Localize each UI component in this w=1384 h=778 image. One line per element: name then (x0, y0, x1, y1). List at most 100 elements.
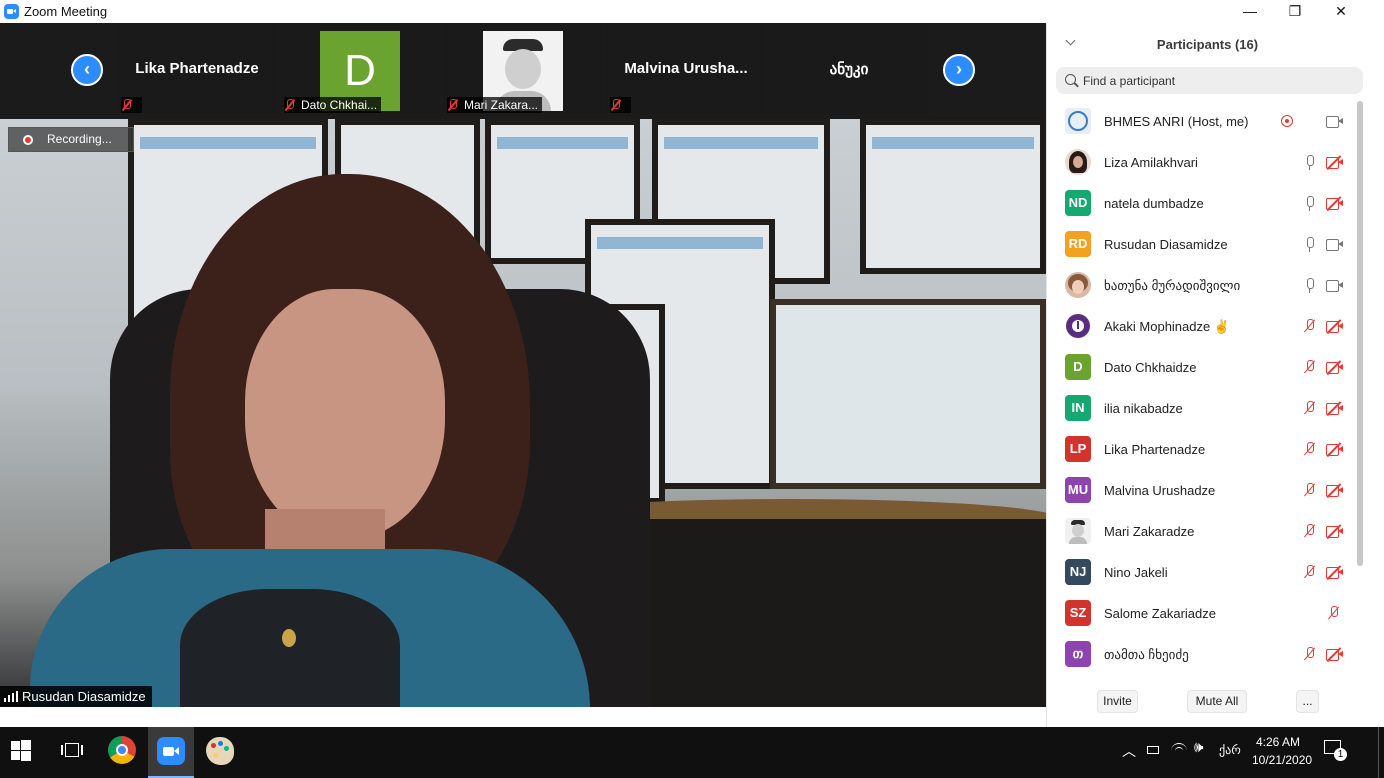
participant-list-scrollbar[interactable] (1357, 101, 1363, 566)
participant-row[interactable]: Mari Zakaradze (1047, 511, 1357, 552)
muted-mic-icon (610, 99, 622, 111)
participant-row[interactable]: RD Rusudan Diasamidze (1047, 224, 1357, 265)
video-tile[interactable]: Malvina Urusha... (606, 23, 766, 113)
muted-mic-icon (121, 99, 133, 111)
participant-avatar (1065, 518, 1091, 544)
clock-time: 4:26 AM (1255, 735, 1301, 749)
participants-panel: Participants (16) BHMES ANRI (Host, me) … (1046, 23, 1368, 727)
restore-button[interactable]: ❐ (1272, 0, 1318, 23)
camera-off-icon[interactable] (1326, 360, 1344, 375)
camera-off-icon[interactable] (1326, 524, 1344, 539)
chrome-icon[interactable] (108, 736, 136, 764)
task-view-icon[interactable] (61, 741, 83, 759)
participant-name: BHMES ANRI (Host, me) (1104, 114, 1249, 129)
more-options-button[interactable]: ... (1296, 690, 1319, 713)
invite-button[interactable]: Invite (1097, 690, 1138, 713)
network-icon[interactable] (1145, 743, 1161, 757)
zoom-taskbar-button[interactable] (148, 727, 194, 778)
camera-on-icon[interactable] (1326, 115, 1344, 128)
participant-row[interactable]: SZ Salome Zakariadze (1047, 593, 1357, 634)
participant-row[interactable]: MU Malvina Urushadze (1047, 470, 1357, 511)
recording-label: Recording... (47, 132, 112, 146)
participant-row[interactable]: IN ilia nikabadze (1047, 388, 1357, 429)
volume-icon[interactable]: 🕪 (1194, 739, 1203, 756)
muted-mic-icon[interactable] (1303, 442, 1317, 458)
show-desktop-button[interactable] (1378, 727, 1384, 778)
participant-name: Salome Zakariadze (1104, 606, 1216, 621)
mic-icon[interactable] (1303, 237, 1317, 253)
clock[interactable]: 4:26 AM 10/21/2020 (1252, 735, 1312, 767)
muted-mic-icon[interactable] (1327, 606, 1341, 622)
speaker-top (180, 589, 400, 707)
participant-name: Nino Jakeli (1104, 565, 1168, 580)
participant-row[interactable]: D Dato Chkhaidze (1047, 347, 1357, 388)
participant-search-input[interactable] (1056, 67, 1363, 94)
tile-mute-tag (610, 97, 631, 113)
muted-mic-icon[interactable] (1303, 483, 1317, 499)
camera-off-icon[interactable] (1326, 483, 1344, 498)
camera-off-icon[interactable] (1326, 319, 1344, 334)
search-icon (1065, 74, 1076, 85)
record-icon (23, 135, 33, 145)
participant-row[interactable]: BHMES ANRI (Host, me) (1047, 101, 1357, 142)
notifications-icon[interactable]: 1 (1324, 740, 1348, 762)
participant-row[interactable]: ND natela dumbadze (1047, 183, 1357, 224)
camera-off-icon[interactable] (1326, 647, 1344, 662)
video-tile[interactable]: Mari Zakara... (443, 23, 603, 113)
mute-all-button[interactable]: Mute All (1187, 690, 1247, 713)
paint-icon[interactable] (206, 737, 234, 765)
camera-off-icon[interactable] (1326, 401, 1344, 416)
minimize-button[interactable]: — (1227, 0, 1273, 23)
tile-name: Mari Zakara... (464, 98, 539, 112)
muted-mic-icon[interactable] (1303, 360, 1317, 376)
participant-name: Dato Chkhaidze (1104, 360, 1197, 375)
participant-avatar (1065, 313, 1091, 339)
recording-indicator[interactable]: Recording... (8, 127, 134, 152)
participant-row[interactable]: ხათუნა მურადიშვილი (1047, 265, 1357, 306)
windows-start-icon[interactable] (11, 740, 33, 762)
participant-row[interactable]: თ თამთა ჩხეიძე (1047, 634, 1357, 671)
camera-off-icon[interactable] (1326, 196, 1344, 211)
camera-on-icon[interactable] (1326, 279, 1344, 292)
mic-icon[interactable] (1303, 196, 1317, 212)
mic-icon[interactable] (1303, 155, 1317, 171)
participant-list: BHMES ANRI (Host, me) Liza Amilakhvari N… (1047, 101, 1357, 671)
video-tile[interactable]: ანუკი (769, 23, 929, 113)
next-page-button[interactable]: › (943, 54, 975, 86)
speaker-name-tag: Rusudan Diasamidze (0, 686, 152, 707)
camera-off-icon[interactable] (1326, 155, 1344, 170)
thumbnail-strip: ‹ Lika Phartenadze D Dato Chkhai... Mari… (0, 23, 1046, 118)
close-button[interactable]: ✕ (1318, 0, 1364, 23)
participant-row[interactable]: Akaki Mophinadze ✌ (1047, 306, 1357, 347)
camera-off-icon[interactable] (1326, 565, 1344, 580)
camera-on-icon[interactable] (1326, 238, 1344, 251)
zoom-icon (157, 737, 185, 765)
participant-name: ხათუნა მურადიშვილი (1104, 278, 1241, 293)
speaker-face (245, 289, 445, 539)
participant-row[interactable]: Liza Amilakhvari (1047, 142, 1357, 183)
muted-mic-icon[interactable] (1303, 565, 1317, 581)
muted-mic-icon[interactable] (1303, 647, 1317, 663)
title-bar: Zoom Meeting — ❐ ✕ (0, 0, 1384, 23)
active-speaker-video[interactable] (0, 119, 1046, 707)
muted-mic-icon[interactable] (1303, 319, 1317, 335)
participant-name: თამთა ჩხეიძე (1104, 647, 1189, 662)
participant-avatar: თ (1065, 641, 1091, 667)
participant-name: Akaki Mophinadze ✌ (1104, 319, 1231, 334)
participant-row[interactable]: NJ Nino Jakeli (1047, 552, 1357, 593)
participant-avatar: MU (1065, 477, 1091, 503)
show-hidden-icons-icon[interactable]: ︿ (1122, 741, 1136, 761)
signal-strength-icon (4, 691, 18, 702)
muted-mic-icon[interactable] (1303, 401, 1317, 417)
wifi-icon[interactable] (1170, 741, 1188, 757)
prev-page-button[interactable]: ‹ (71, 54, 103, 86)
video-tile[interactable]: D Dato Chkhai... (280, 23, 440, 113)
muted-mic-icon[interactable] (1303, 524, 1317, 540)
participant-row[interactable]: LP Lika Phartenadze (1047, 429, 1357, 470)
mic-icon[interactable] (1303, 278, 1317, 294)
tile-mute-tag (121, 97, 142, 113)
video-tile[interactable]: Lika Phartenadze (117, 23, 277, 113)
tile-mute-tag: Dato Chkhai... (284, 97, 382, 113)
camera-off-icon[interactable] (1326, 442, 1344, 457)
input-language[interactable]: ქარ (1219, 743, 1241, 757)
